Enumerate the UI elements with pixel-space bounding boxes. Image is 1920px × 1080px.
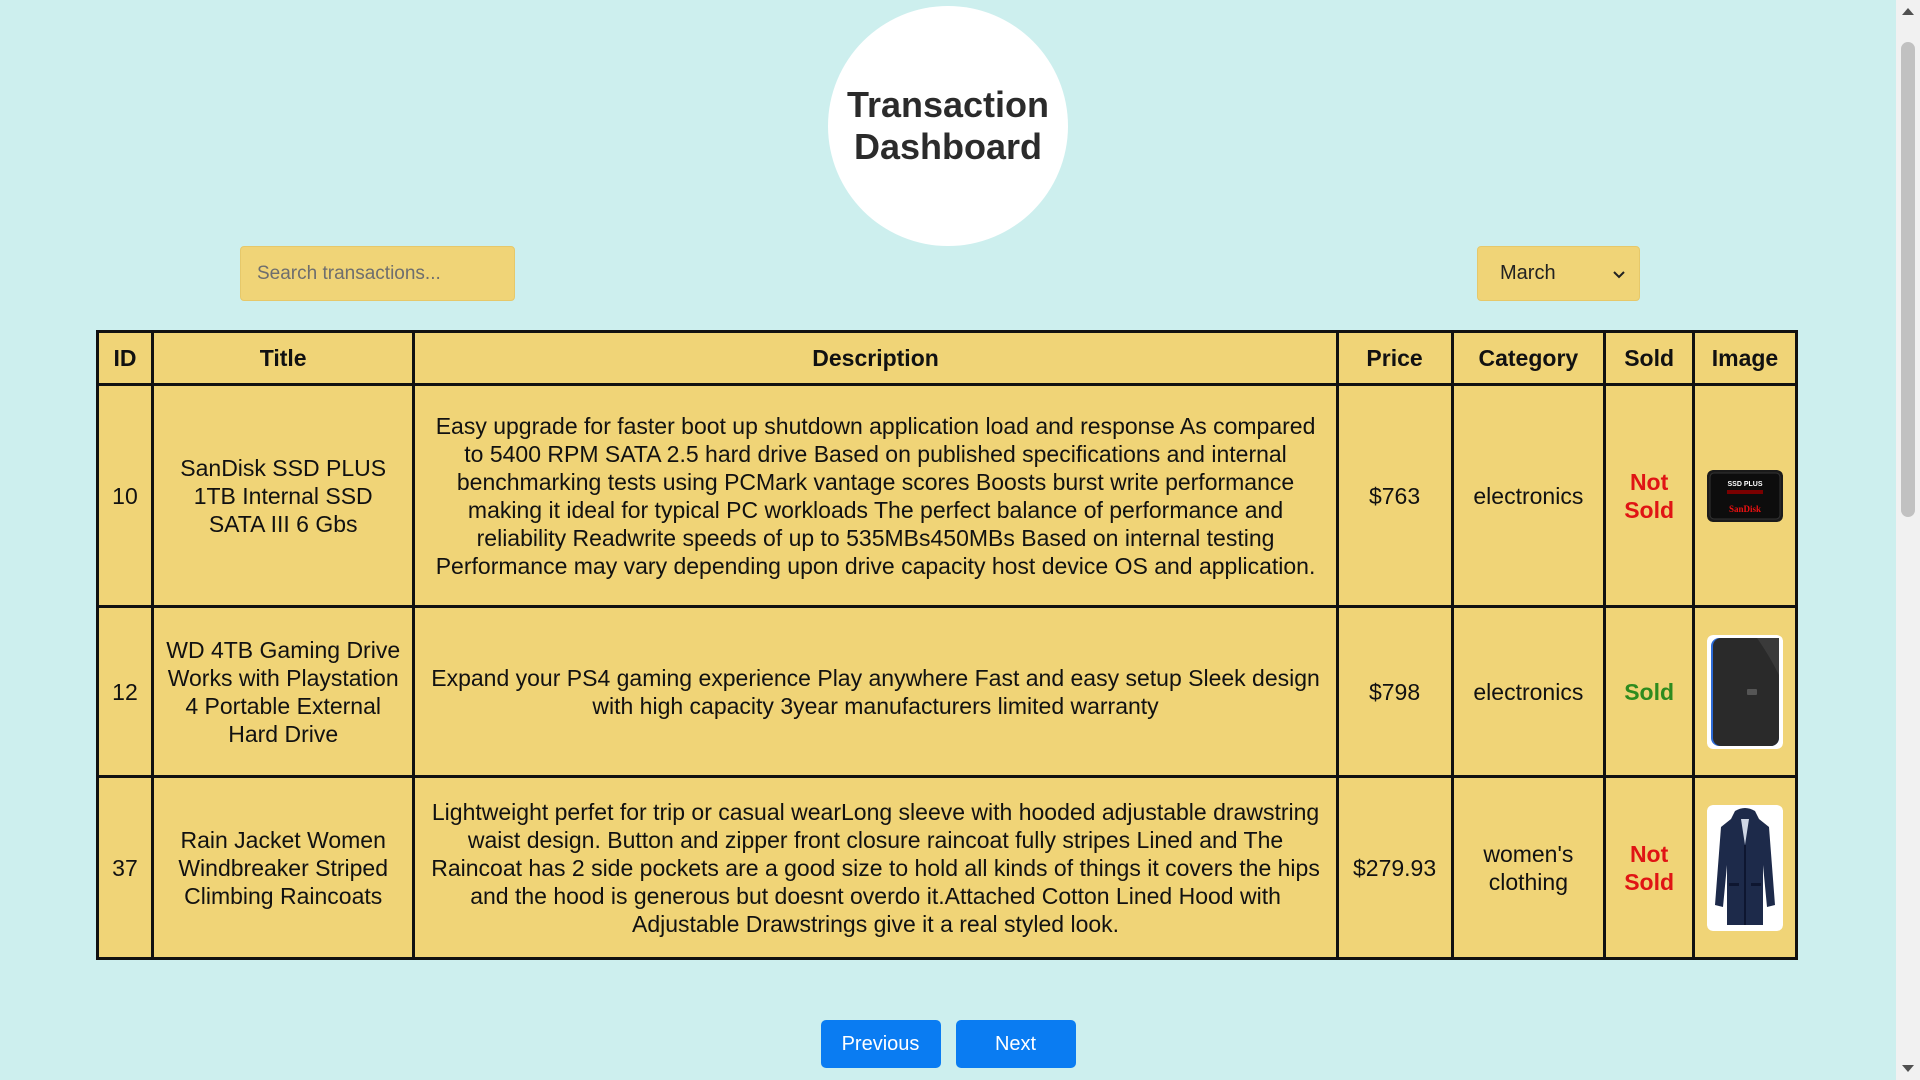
cell-id: 37 bbox=[96, 775, 154, 960]
column-header-title: Title bbox=[150, 330, 416, 386]
next-button[interactable]: Next bbox=[955, 1020, 1076, 1068]
table-row: 12 WD 4TB Gaming Drive Works with Playst… bbox=[96, 605, 1798, 778]
cell-title: Rain Jacket Women Windbreaker Striped Cl… bbox=[150, 775, 416, 960]
cell-description: Expand your PS4 gaming experience Play a… bbox=[412, 605, 1339, 778]
cell-title: SanDisk SSD PLUS 1TB Internal SSD SATA I… bbox=[150, 383, 416, 608]
column-header-price: Price bbox=[1335, 330, 1454, 386]
page-title: Transaction Dashboard bbox=[846, 84, 1050, 167]
cell-image: SSD PLUS SanDisk bbox=[1692, 383, 1798, 608]
cell-category: women's clothing bbox=[1450, 775, 1607, 960]
chevron-down-icon bbox=[1613, 270, 1625, 278]
pagination: Previous Next bbox=[0, 1020, 1896, 1068]
cell-id: 12 bbox=[96, 605, 154, 778]
cell-sold-status: Sold bbox=[1603, 605, 1695, 778]
search-input[interactable] bbox=[240, 246, 515, 301]
column-header-id: ID bbox=[96, 330, 154, 386]
table-row: 10 SanDisk SSD PLUS 1TB Internal SSD SAT… bbox=[96, 383, 1798, 608]
cell-category: electronics bbox=[1450, 605, 1607, 778]
cell-description: Lightweight perfet for trip or casual we… bbox=[412, 775, 1339, 960]
cell-sold-status: Not Sold bbox=[1603, 775, 1695, 960]
cell-category: electronics bbox=[1450, 383, 1607, 608]
cell-image bbox=[1692, 605, 1798, 778]
cell-price: $279.93 bbox=[1335, 775, 1454, 960]
cell-price: $763 bbox=[1335, 383, 1454, 608]
scroll-up-icon[interactable] bbox=[1902, 8, 1914, 15]
column-header-sold: Sold bbox=[1603, 330, 1695, 386]
table-header-row: ID Title Description Price Category Sold… bbox=[96, 330, 1798, 386]
table-row: 37 Rain Jacket Women Windbreaker Striped… bbox=[96, 775, 1798, 960]
page: Transaction Dashboard March ID Title Des… bbox=[0, 0, 1920, 1080]
raincoat-product-image bbox=[1707, 804, 1783, 931]
column-header-category: Category bbox=[1450, 330, 1607, 386]
title-badge: Transaction Dashboard bbox=[828, 6, 1068, 246]
ssd-label-top: SSD PLUS bbox=[1727, 481, 1762, 488]
scroll-down-icon[interactable] bbox=[1902, 1065, 1914, 1072]
hard-drive-product-image bbox=[1707, 634, 1783, 749]
ssd-product-image: SSD PLUS SanDisk bbox=[1707, 469, 1783, 522]
column-header-image: Image bbox=[1692, 330, 1798, 386]
previous-button[interactable]: Previous bbox=[820, 1020, 941, 1068]
cell-price: $798 bbox=[1335, 605, 1454, 778]
scrollbar-thumb[interactable] bbox=[1901, 42, 1915, 517]
cell-id: 10 bbox=[96, 383, 154, 608]
ssd-label-brand: SanDisk bbox=[1729, 504, 1761, 514]
column-header-description: Description bbox=[412, 330, 1339, 386]
month-select[interactable]: March bbox=[1477, 246, 1640, 301]
cell-title: WD 4TB Gaming Drive Works with Playstati… bbox=[150, 605, 416, 778]
vertical-scrollbar[interactable] bbox=[1896, 0, 1920, 1080]
cell-sold-status: Not Sold bbox=[1603, 383, 1695, 608]
cell-description: Easy upgrade for faster boot up shutdown… bbox=[412, 383, 1339, 608]
transactions-table: ID Title Description Price Category Sold… bbox=[96, 330, 1798, 960]
cell-image bbox=[1692, 775, 1798, 960]
month-select-value: March bbox=[1500, 262, 1556, 284]
